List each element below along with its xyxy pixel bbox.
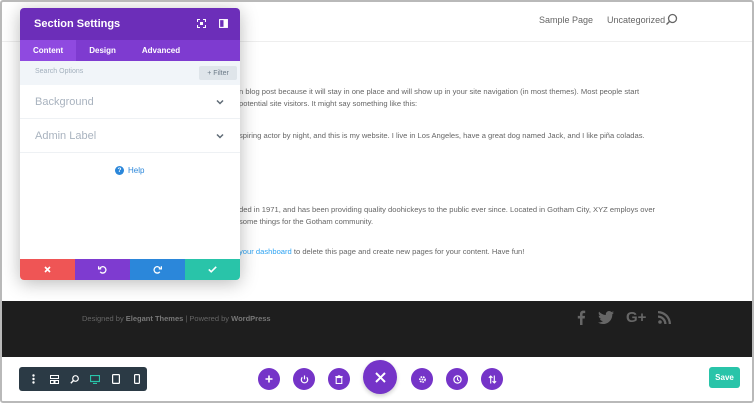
help-label: Help — [128, 166, 145, 175]
filter-button[interactable]: + Filter — [199, 66, 237, 80]
zoom-icon[interactable] — [64, 367, 85, 391]
chevron-down-icon — [216, 99, 224, 105]
social-links: G+ — [576, 309, 672, 326]
nav-link-uncategorized[interactable]: Uncategorized — [607, 15, 665, 25]
clock-icon — [452, 374, 462, 384]
confirm-button[interactable] — [185, 259, 240, 280]
redo-button[interactable] — [130, 259, 185, 280]
content-line: ded in 1971, and has been providing qual… — [239, 205, 656, 214]
power-button[interactable] — [293, 368, 315, 390]
close-icon — [374, 371, 386, 383]
modal-tabs: Content Design Advanced — [20, 40, 240, 61]
undo-icon — [98, 266, 107, 274]
modal-title: Section Settings — [34, 18, 121, 30]
option-label: Admin Label — [35, 130, 97, 142]
history-button[interactable] — [446, 368, 468, 390]
phone-view-icon[interactable] — [126, 367, 147, 391]
add-button[interactable] — [258, 368, 280, 390]
footer-brand-elegant[interactable]: Elegant Themes — [126, 314, 184, 323]
check-icon — [208, 266, 217, 273]
search-icon[interactable] — [665, 13, 678, 26]
site-footer: Designed by Elegant Themes | Powered by … — [2, 301, 752, 357]
close-builder-button[interactable] — [363, 360, 397, 394]
tablet-view-icon[interactable] — [106, 367, 127, 391]
content-line: spiring actor by night, and this is my w… — [239, 131, 645, 140]
fullscreen-icon[interactable] — [197, 19, 206, 28]
more-options-icon[interactable] — [23, 367, 44, 391]
help-icon: ? — [115, 166, 124, 175]
power-icon — [300, 375, 308, 383]
save-button[interactable]: Save — [709, 367, 740, 388]
redo-icon — [153, 266, 162, 274]
content-line-rest: to delete this page and create new pages… — [291, 247, 525, 256]
content-line: some things for the Gotham community. — [239, 217, 374, 226]
google-plus-icon[interactable]: G+ — [626, 309, 646, 326]
tab-design[interactable]: Design — [76, 40, 129, 61]
footer-brand-wordpress[interactable]: WordPress — [231, 314, 270, 323]
modal-header: Section Settings — [20, 8, 240, 40]
rss-icon[interactable] — [658, 311, 672, 324]
content-line: n blog post because it will stay in one … — [239, 87, 640, 96]
portability-button[interactable] — [481, 368, 503, 390]
footer-credits: Designed by Elegant Themes | Powered by … — [82, 314, 271, 323]
facebook-icon[interactable] — [576, 310, 586, 325]
trash-button[interactable] — [328, 368, 350, 390]
search-options-input[interactable]: Search Options — [35, 68, 83, 75]
help-link[interactable]: ? Help — [115, 166, 144, 175]
tab-advanced[interactable]: Advanced — [129, 40, 193, 61]
nav-menu: Sample Page Uncategorized — [539, 15, 665, 25]
dock-icon[interactable] — [219, 19, 228, 28]
dashboard-link[interactable]: your dashboard — [239, 247, 292, 256]
close-icon — [44, 266, 51, 273]
footer-separator: | Powered by — [183, 314, 232, 323]
content-line: potential site visitors. It might say so… — [239, 99, 418, 108]
option-label: Background — [35, 96, 94, 108]
section-settings-modal: Section Settings Content Design Advanced… — [20, 8, 240, 280]
cancel-button[interactable] — [20, 259, 75, 280]
builder-bottom-bar: Save — [2, 357, 752, 401]
trash-icon — [335, 374, 343, 384]
chevron-down-icon — [216, 133, 224, 139]
option-background[interactable]: Background — [20, 85, 240, 119]
search-options-row: Search Options + Filter — [20, 61, 240, 85]
gear-icon — [418, 375, 426, 383]
wireframe-icon[interactable] — [44, 367, 65, 391]
page-frame: Sample Page Uncategorized n blog post be… — [0, 0, 754, 403]
desktop-view-icon[interactable] — [85, 367, 106, 391]
modal-footer — [20, 259, 240, 280]
tab-content[interactable]: Content — [20, 40, 77, 61]
up-down-arrows-icon — [488, 374, 496, 384]
nav-link-sample-page[interactable]: Sample Page — [539, 15, 593, 25]
view-mode-toolbar — [19, 367, 147, 391]
footer-prefix: Designed by — [82, 314, 126, 323]
plus-icon — [265, 375, 273, 383]
settings-button[interactable] — [411, 368, 433, 390]
twitter-icon[interactable] — [598, 311, 614, 324]
option-admin-label[interactable]: Admin Label — [20, 119, 240, 153]
undo-button[interactable] — [75, 259, 130, 280]
content-line: your dashboard to delete this page and c… — [239, 246, 524, 257]
